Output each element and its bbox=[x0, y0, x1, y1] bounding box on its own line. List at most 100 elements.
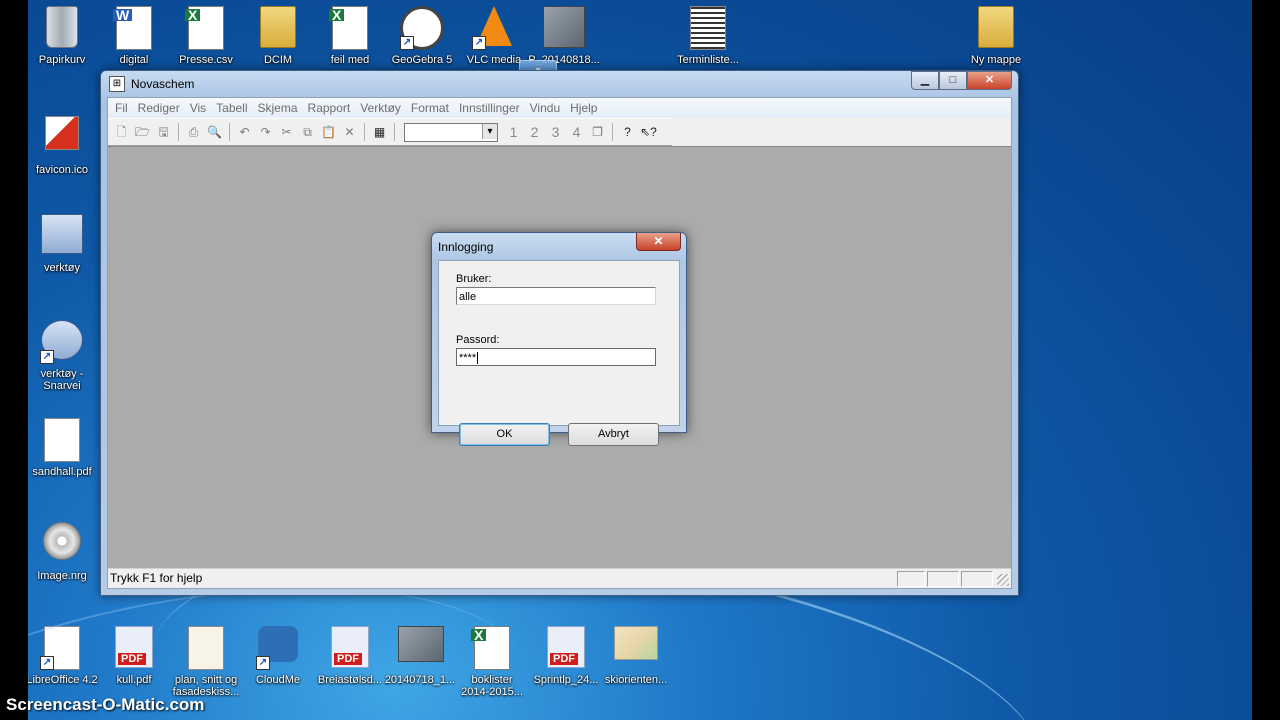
toolbar-num-4[interactable]: 4 bbox=[567, 124, 586, 140]
toolbar-combobox[interactable] bbox=[404, 122, 498, 142]
desktop-icon-label: kull.pdf bbox=[116, 674, 152, 686]
menu-rediger[interactable]: Rediger bbox=[133, 101, 185, 115]
toolbar-num-3[interactable]: 3 bbox=[546, 124, 565, 140]
desktop-icon-feil-med[interactable]: X feil med bbox=[314, 6, 386, 66]
desktop-icon-kull-pdf[interactable]: PDF kull.pdf bbox=[98, 626, 170, 686]
dialog-body: Bruker: alle Passord: **** OK Avbryt bbox=[438, 260, 680, 446]
desktop-icon-dcim[interactable]: DCIM bbox=[242, 6, 314, 66]
redo-icon[interactable]: ↷ bbox=[256, 123, 275, 142]
menu-skjema[interactable]: Skjema bbox=[253, 101, 303, 115]
undo-icon[interactable]: ↶ bbox=[235, 123, 254, 142]
menu-fil[interactable]: Fil bbox=[110, 101, 133, 115]
toolbar-separator bbox=[394, 123, 395, 141]
menu-vindu[interactable]: Vindu bbox=[525, 101, 565, 115]
open-folder-icon[interactable]: 🗁 bbox=[133, 123, 152, 142]
menu-innstillinger[interactable]: Innstillinger bbox=[454, 101, 525, 115]
help-icon[interactable]: ? bbox=[618, 123, 637, 142]
delete-icon[interactable]: ✕ bbox=[340, 123, 359, 142]
password-mask: **** bbox=[459, 352, 477, 364]
toolbar-num-1[interactable]: 1 bbox=[504, 124, 523, 140]
cut-icon[interactable]: ✂ bbox=[277, 123, 296, 142]
desktop-icon-favicon[interactable]: favicon.ico bbox=[28, 116, 98, 176]
folder-icon bbox=[978, 6, 1014, 48]
desktop-icon-p20140818[interactable]: P_20140818... bbox=[528, 6, 600, 66]
close-button[interactable]: ✕ bbox=[967, 71, 1012, 90]
desktop-icon-label: feil med bbox=[330, 54, 370, 66]
desktop-icon-verktoy[interactable]: verktøy bbox=[28, 214, 98, 274]
pdf-doc-icon bbox=[44, 418, 80, 462]
desktop-icon-label: skiorienten... bbox=[604, 674, 668, 686]
text-caret bbox=[477, 352, 479, 365]
desktop-icon-label: sandhall.pdf bbox=[32, 466, 92, 478]
desktop-icon-plan-snitt[interactable]: plan, snitt og fasadeskiss... bbox=[170, 626, 242, 698]
desktop-icon-cloudme[interactable]: ↗ CloudMe bbox=[242, 626, 314, 686]
app-icon: ⊞ bbox=[109, 76, 125, 92]
save-icon[interactable]: 🖫 bbox=[154, 123, 173, 142]
menubar: Fil Rediger Vis Tabell Skjema Rapport Ve… bbox=[108, 98, 1011, 118]
shortcut-arrow-icon: ↗ bbox=[40, 350, 54, 364]
resize-grip[interactable] bbox=[997, 574, 1009, 586]
desktop-icon-libreoffice[interactable]: ↗ LibreOffice 4.2 bbox=[28, 626, 98, 686]
toolbar-separator bbox=[364, 123, 365, 141]
login-dialog: Innlogging ✕ Bruker: alle Passord: **** … bbox=[431, 232, 687, 446]
menu-verktoy[interactable]: Verktøy bbox=[355, 101, 406, 115]
status-pane bbox=[927, 571, 959, 587]
desktop-icon-boklister[interactable]: X boklister 2014-2015... bbox=[456, 626, 528, 698]
cancel-button[interactable]: Avbryt bbox=[568, 423, 659, 446]
desktop-icon-ny-mappe[interactable]: Ny mappe bbox=[960, 6, 1032, 66]
user-input[interactable]: alle bbox=[456, 287, 656, 305]
desktop-icon-digital[interactable]: W digital bbox=[98, 6, 170, 66]
print-icon[interactable]: ⎙ bbox=[184, 123, 203, 142]
toolbar-num-2[interactable]: 2 bbox=[525, 124, 544, 140]
excel-file-icon: X bbox=[471, 626, 510, 670]
dialog-close-button[interactable]: ✕ bbox=[636, 233, 681, 251]
ok-button[interactable]: OK bbox=[459, 423, 550, 446]
desktop-icon-breiastolsd[interactable]: PDF Breiastølsd... bbox=[314, 626, 386, 686]
menu-rapport[interactable]: Rapport bbox=[303, 101, 356, 115]
desktop-icon-label: verktøy bbox=[43, 262, 81, 274]
desktop-icon-label: favicon.ico bbox=[36, 164, 88, 176]
map-thumb-icon bbox=[614, 626, 658, 660]
shortcut-arrow-icon: ↗ bbox=[472, 36, 486, 50]
menu-format[interactable]: Format bbox=[406, 101, 454, 115]
desktop-icon-label: GeoGebra 5 bbox=[391, 54, 453, 66]
password-input[interactable]: **** bbox=[456, 348, 656, 366]
window-titlebar[interactable]: ⊞ Novaschem bbox=[109, 76, 194, 92]
desktop-icon-label: Presse.csv bbox=[179, 54, 233, 66]
schedule-grid-icon[interactable]: ▦ bbox=[370, 123, 389, 142]
windows-icon[interactable]: ❐ bbox=[588, 123, 607, 142]
menu-tabell[interactable]: Tabell bbox=[211, 101, 252, 115]
print-preview-icon[interactable]: 🔍 bbox=[205, 123, 224, 142]
status-pane bbox=[897, 571, 925, 587]
photo-thumb-icon bbox=[398, 626, 444, 662]
desktop-icon-presse[interactable]: X Presse.csv bbox=[170, 6, 242, 66]
drawing-thumb-icon bbox=[188, 626, 224, 670]
toolbar: 🗋 🗁 🖫 ⎙ 🔍 ↶ ↷ ✂ ⧉ 📋 ✕ ▦ 1 2 3 4 ❐ ? ⇖? bbox=[108, 118, 672, 146]
desktop-icon-sandhall[interactable]: sandhall.pdf bbox=[28, 418, 98, 478]
document-thumb-icon bbox=[690, 6, 726, 50]
maximize-button[interactable]: □ bbox=[939, 71, 967, 90]
desktop-icon-image-nrg[interactable]: Image.nrg bbox=[28, 522, 98, 582]
status-text: Trykk F1 for hjelp bbox=[110, 571, 203, 585]
new-file-icon[interactable]: 🗋 bbox=[112, 123, 131, 142]
desktop-icon-geogebra[interactable]: ↗ GeoGebra 5 bbox=[386, 6, 458, 66]
menu-hjelp[interactable]: Hjelp bbox=[565, 101, 602, 115]
desktop-icon-label: VLC media bbox=[466, 54, 522, 66]
pdf-icon: PDF bbox=[115, 626, 153, 668]
desktop-icon-sprintlp[interactable]: PDF Sprintlp_24... bbox=[530, 626, 602, 686]
excel-file-icon: X bbox=[329, 6, 368, 50]
dialog-title: Innlogging bbox=[438, 240, 494, 254]
menu-vis[interactable]: Vis bbox=[185, 101, 211, 115]
desktop-icon-vlc[interactable]: ↗ VLC media bbox=[458, 6, 530, 66]
paste-icon[interactable]: 📋 bbox=[319, 123, 338, 142]
desktop-icon-terminliste[interactable]: Terminliste... bbox=[672, 6, 744, 66]
desktop-icon-skiorienten[interactable]: skiorienten... bbox=[600, 626, 672, 686]
desktop-icon-label: Papirkurv bbox=[38, 54, 86, 66]
minimize-button[interactable]: ▁ bbox=[911, 71, 939, 90]
desktop-icon-20140718[interactable]: 20140718_1... bbox=[384, 626, 456, 686]
desktop-icon-verktoy-snarvei[interactable]: ↗ verktøy - Snarvei bbox=[28, 320, 98, 392]
context-help-icon[interactable]: ⇖? bbox=[639, 123, 658, 142]
desktop-icon-papirkurv[interactable]: Papirkurv bbox=[28, 6, 98, 66]
toolbar-separator bbox=[229, 123, 230, 141]
copy-icon[interactable]: ⧉ bbox=[298, 123, 317, 142]
